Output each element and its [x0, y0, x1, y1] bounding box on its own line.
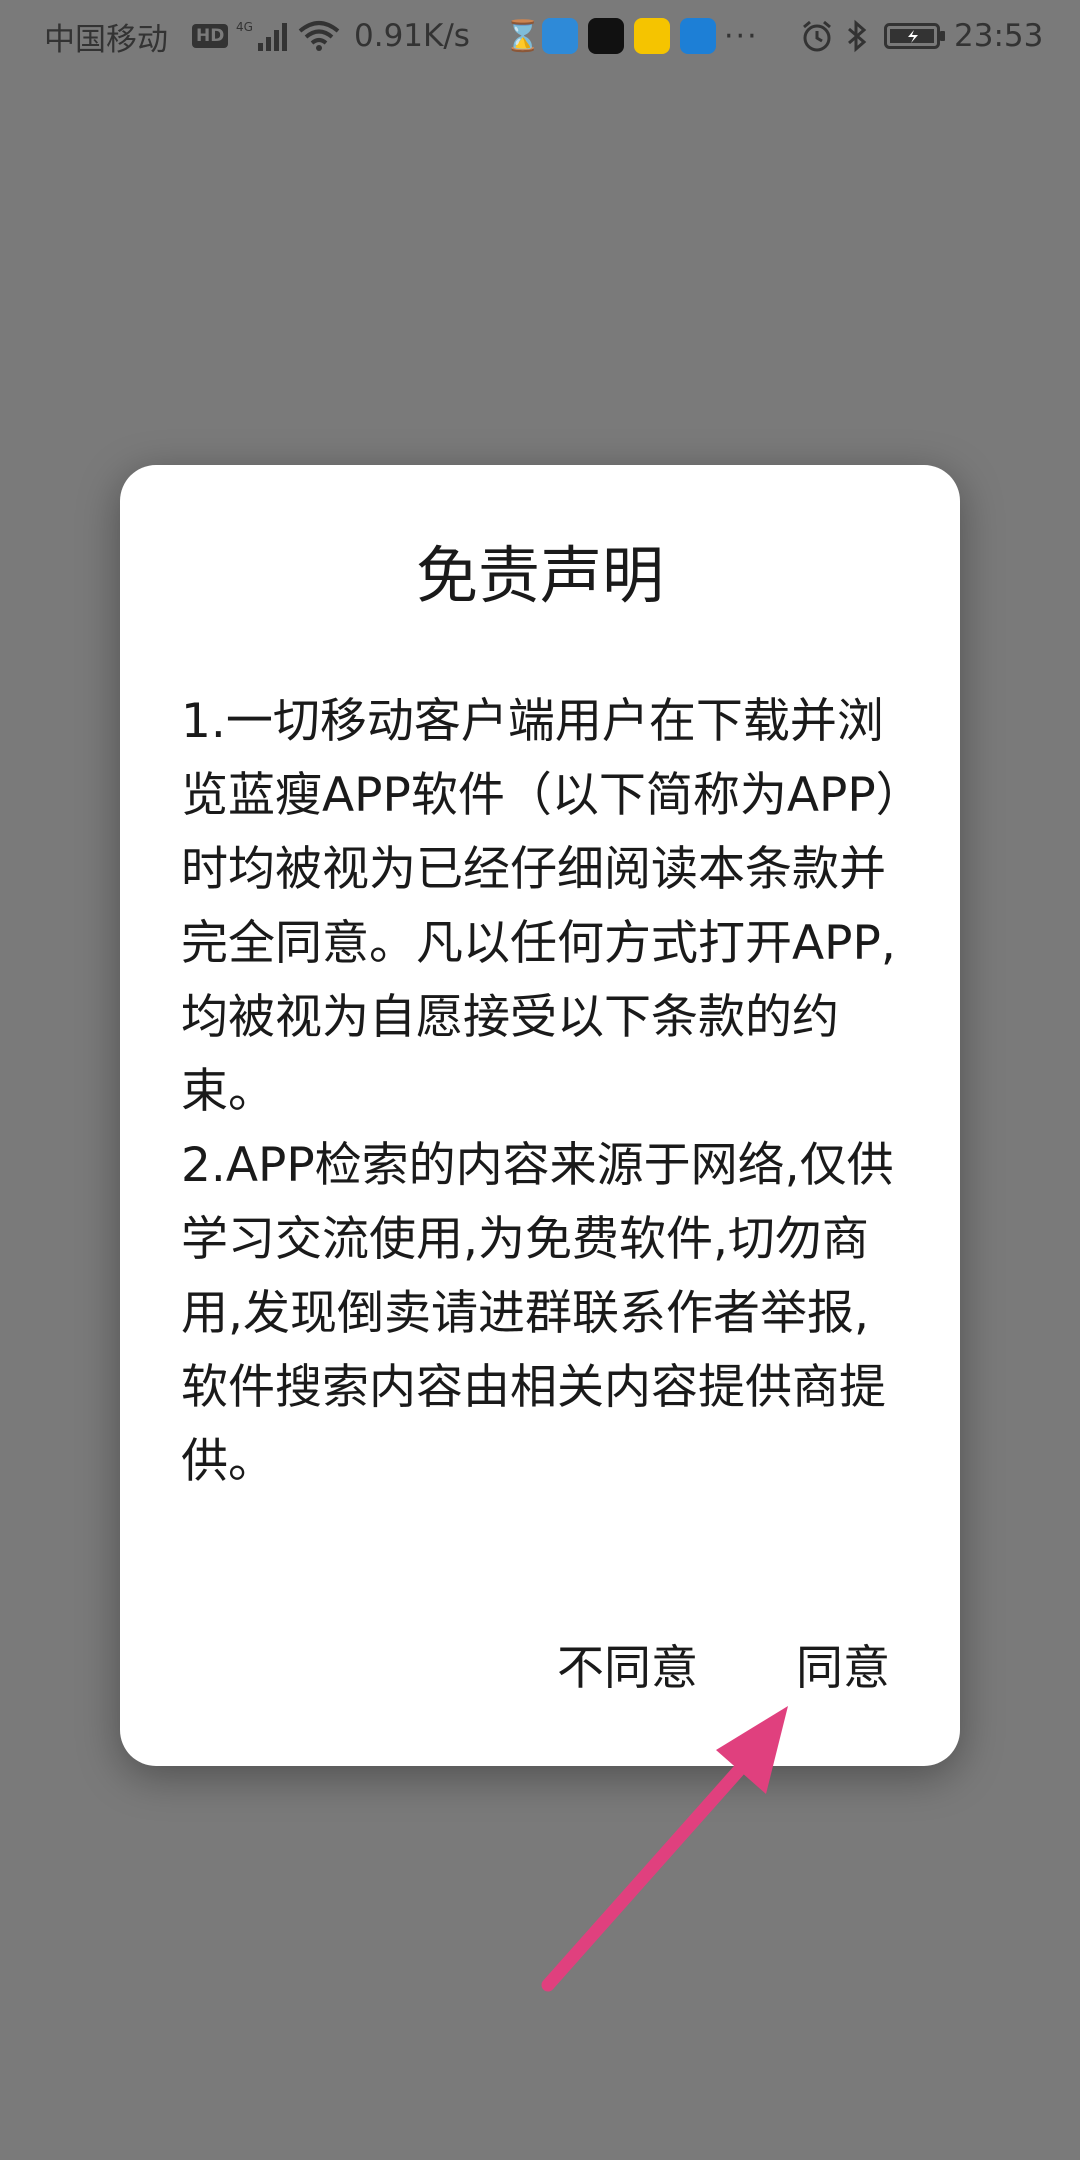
dialog-title: 免责声明	[415, 539, 664, 612]
wifi-icon	[298, 0, 340, 72]
qq-app-icon	[680, 18, 716, 54]
network-type-label: 4G	[236, 20, 253, 34]
hd-label: HD	[192, 24, 229, 48]
hd-badge: HD	[192, 0, 229, 72]
disclaimer-text[interactable]: 1.一切移动客户端用户在下载并浏览蓝瘦APP软件（以下简称为APP）时均被视为已…	[181, 685, 911, 1485]
status-clock: 23:53	[954, 18, 1044, 54]
weibo-app-icon	[634, 18, 670, 54]
network-speed: 0.91K/s	[354, 18, 470, 54]
agree-button[interactable]: 同意	[796, 1645, 890, 1692]
disagree-button[interactable]: 不同意	[557, 1645, 698, 1692]
alarm-icon	[800, 0, 834, 72]
tiktok-app-icon	[588, 18, 624, 54]
more-notifications-icon: ···	[724, 18, 759, 54]
status-bar: 中国移动 HD 4G 0.91K/s ⌛ ··· 23:53	[0, 0, 1080, 72]
carrier-name: 中国移动	[44, 21, 168, 58]
signal-icon: 4G	[236, 0, 288, 72]
hourglass-icon: ⌛	[504, 18, 542, 54]
disclaimer-dialog: 免责声明 1.一切移动客户端用户在下载并浏览蓝瘦APP软件（以下简称为APP）时…	[120, 465, 960, 1766]
bluetooth-icon	[846, 0, 868, 72]
battery-icon	[884, 0, 946, 72]
hotspot-app-icon	[542, 18, 578, 54]
